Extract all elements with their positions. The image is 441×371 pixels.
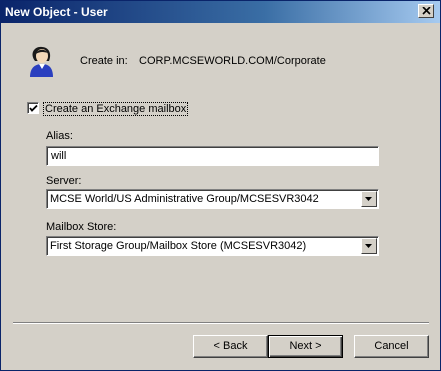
window-title: New Object - User: [5, 5, 108, 19]
close-button[interactable]: [418, 4, 434, 18]
footer-divider: [13, 322, 429, 324]
dialog-window: New Object - User Create in: CORP.MCSEWO…: [0, 0, 441, 371]
server-dropdown-button[interactable]: [361, 191, 377, 207]
mailbox-store-select[interactable]: First Storage Group/Mailbox Store (MCSES…: [46, 236, 379, 256]
next-button[interactable]: Next >: [268, 335, 343, 358]
alias-value: will: [51, 150, 67, 162]
mailbox-store-label: Mailbox Store:: [46, 221, 117, 233]
checkmark-icon: [29, 104, 38, 112]
create-in-path: CORP.MCSEWORLD.COM/Corporate: [139, 55, 326, 67]
user-icon: [30, 46, 53, 77]
chevron-down-icon: [365, 197, 372, 201]
create-mailbox-label[interactable]: Create an Exchange mailbox: [43, 102, 189, 116]
server-select[interactable]: MCSE World/US Administrative Group/MCSES…: [46, 189, 379, 209]
server-value: MCSE World/US Administrative Group/MCSES…: [50, 193, 319, 205]
back-button[interactable]: < Back: [193, 335, 268, 358]
alias-input[interactable]: will: [46, 146, 379, 166]
mailbox-store-dropdown-button[interactable]: [361, 238, 377, 254]
server-label: Server:: [46, 175, 82, 187]
chevron-down-icon: [365, 244, 372, 248]
mailbox-store-value: First Storage Group/Mailbox Store (MCSES…: [50, 240, 307, 252]
alias-label: Alias:: [46, 130, 73, 142]
cancel-button[interactable]: Cancel: [354, 335, 429, 358]
close-icon: [422, 7, 431, 15]
create-in-label: Create in:: [80, 55, 128, 67]
create-mailbox-checkbox[interactable]: [27, 102, 39, 114]
title-bar[interactable]: New Object - User: [1, 1, 440, 23]
